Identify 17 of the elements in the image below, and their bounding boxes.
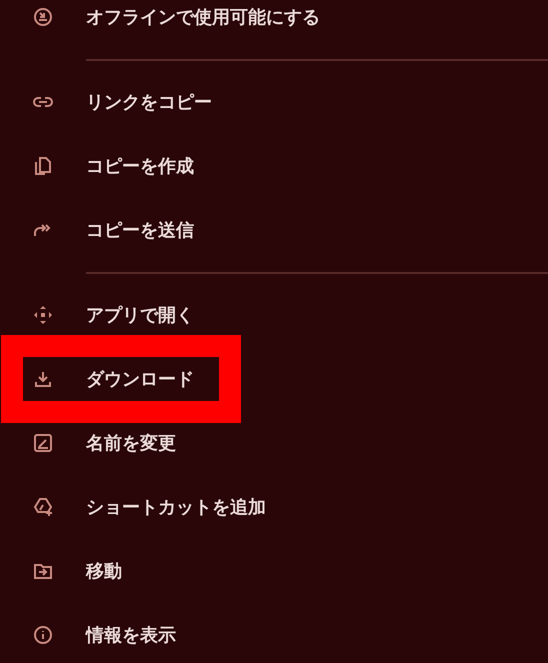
diamond-arrows-icon — [33, 305, 53, 325]
menu-item[interactable]: 情報を表示 — [23, 613, 201, 657]
shortcut-add-icon — [33, 497, 53, 517]
edit-icon — [33, 433, 53, 453]
offline-check-icon — [33, 7, 53, 27]
menu-item[interactable]: 移動 — [23, 549, 147, 593]
menu-item[interactable]: コピーを送信 — [23, 208, 219, 252]
menu-item[interactable]: リンクをコピー — [23, 80, 237, 124]
menu-item[interactable]: オフラインで使用可能にする — [23, 0, 345, 39]
menu-item[interactable]: コピーを作成 — [23, 144, 219, 188]
menu-item[interactable]: 名前を変更 — [23, 421, 201, 465]
download-icon — [33, 369, 53, 389]
menu-item[interactable]: アプリで開く — [23, 293, 219, 337]
copy-icon — [33, 156, 53, 176]
folder-move-icon — [33, 561, 53, 581]
info-icon — [33, 625, 53, 645]
menu-item[interactable]: ショートカットを追加 — [23, 485, 291, 529]
